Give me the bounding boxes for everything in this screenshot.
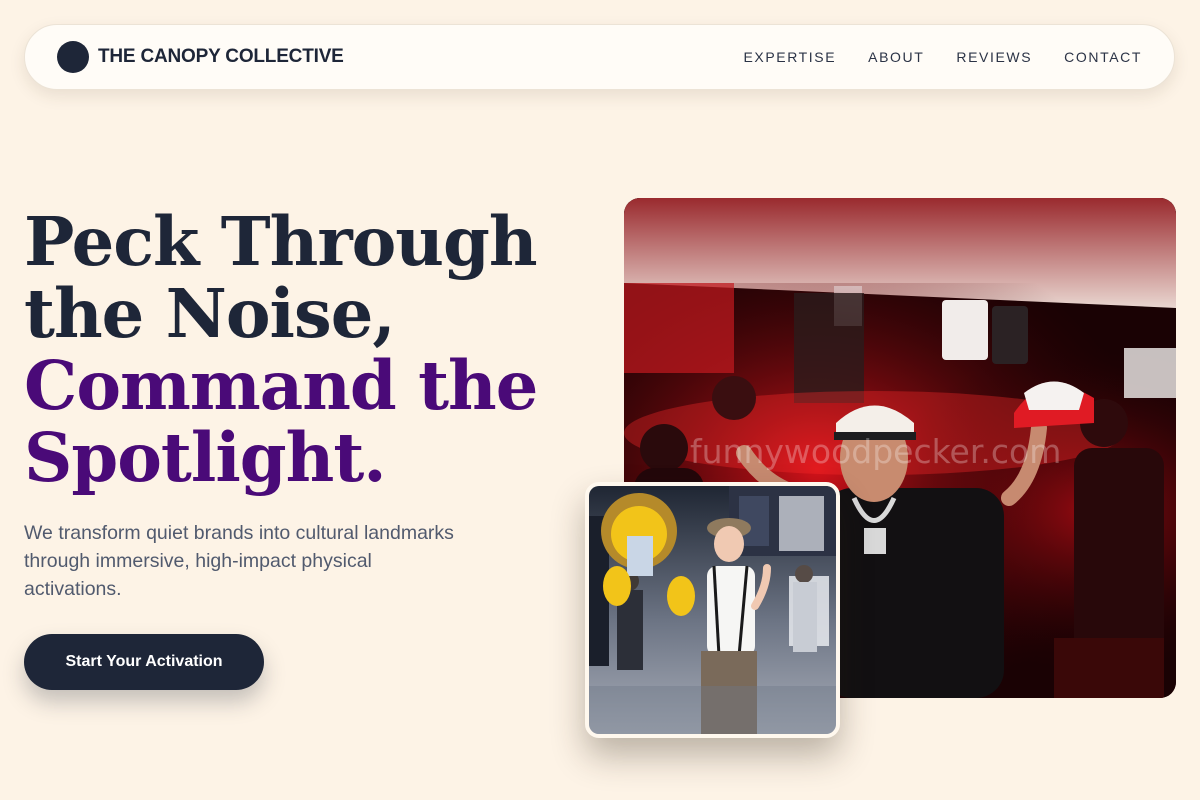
hero-title-accent-line: Command the xyxy=(24,346,538,425)
photo-watermark: funnywoodpecker.com xyxy=(690,432,1061,471)
hero-title-accent-line: Spotlight. xyxy=(24,418,387,497)
main-nav: EXPERTISE ABOUT REVIEWS CONTACT xyxy=(743,49,1142,65)
start-activation-button[interactable]: Start Your Activation xyxy=(24,634,264,690)
nav-link-contact[interactable]: CONTACT xyxy=(1064,49,1142,65)
inset-photo-illustration xyxy=(589,486,836,734)
hero-title: Peck Through the Noise, Command the Spot… xyxy=(24,206,564,494)
hero-title-line: the Noise, xyxy=(24,274,396,353)
brand-name[interactable]: THE CANOPY COLLECTIVE xyxy=(98,46,344,68)
hero-title-line: Peck Through xyxy=(24,202,538,281)
circle-logo-icon[interactable] xyxy=(57,41,89,73)
hero-subtitle: We transform quiet brands into cultural … xyxy=(24,522,454,600)
site-header: THE CANOPY COLLECTIVE EXPERTISE ABOUT RE… xyxy=(24,24,1175,90)
nav-link-about[interactable]: ABOUT xyxy=(868,49,924,65)
nav-link-reviews[interactable]: REVIEWS xyxy=(956,49,1032,65)
event-photo-inset xyxy=(585,482,840,738)
nav-link-expertise[interactable]: EXPERTISE xyxy=(743,49,836,65)
